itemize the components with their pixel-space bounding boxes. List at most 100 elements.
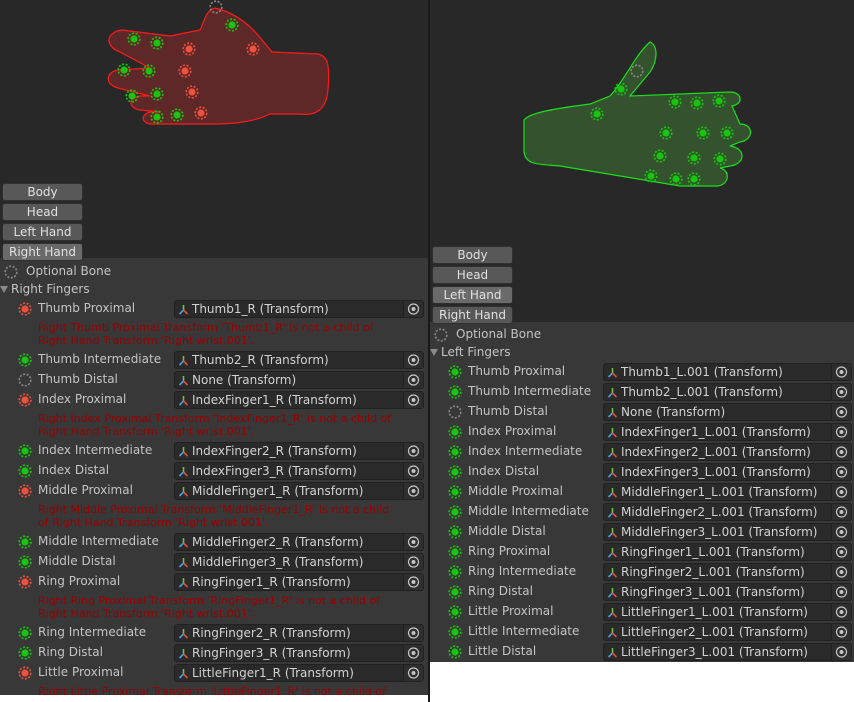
- object-picker-button[interactable]: [831, 484, 851, 500]
- object-picker-button[interactable]: [831, 624, 851, 640]
- bone-row-index-proximal: Index Proximal IndexFinger1_R (Transform…: [0, 390, 428, 410]
- bone-transform-field[interactable]: IndexFinger2_R (Transform): [174, 442, 424, 460]
- bone-transform-field[interactable]: MiddleFinger2_R (Transform): [174, 533, 424, 551]
- object-picker-button[interactable]: [831, 384, 851, 400]
- bone-transform-field[interactable]: RingFinger2_R (Transform): [174, 624, 424, 642]
- foldout-arrow-icon: [430, 349, 438, 356]
- bone-transform-field[interactable]: RingFinger2_L.001 (Transform): [603, 563, 852, 581]
- object-picker-button[interactable]: [831, 444, 851, 460]
- object-picker-button[interactable]: [831, 424, 851, 440]
- bone-transform-field[interactable]: IndexFinger1_L.001 (Transform): [603, 423, 852, 441]
- bone-transform-field[interactable]: Thumb1_R (Transform): [174, 300, 424, 318]
- bone-transform-field[interactable]: IndexFinger3_R (Transform): [174, 462, 424, 480]
- optional-bone-legend: Optional Bone: [430, 325, 854, 345]
- tab-body[interactable]: Body: [432, 246, 513, 264]
- object-picker-button[interactable]: [403, 625, 423, 641]
- bone-transform-field[interactable]: Thumb2_R (Transform): [174, 351, 424, 369]
- transform-icon: [178, 356, 189, 366]
- bone-transform-field[interactable]: LittleFinger1_L.001 (Transform): [603, 603, 852, 621]
- tab-head[interactable]: Head: [432, 266, 513, 284]
- bone-transform-field[interactable]: None (Transform): [174, 371, 424, 389]
- field-value: LittleFinger1_L.001 (Transform): [621, 605, 808, 619]
- bone-transform-field[interactable]: RingFinger3_R (Transform): [174, 644, 424, 662]
- field-value: RingFinger2_R (Transform): [192, 626, 351, 640]
- object-picker-button[interactable]: [831, 604, 851, 620]
- bone-transform-field[interactable]: RingFinger1_R (Transform): [174, 573, 424, 591]
- field-value: IndexFinger3_R (Transform): [192, 464, 357, 478]
- object-picker-button[interactable]: [403, 483, 423, 499]
- bone-transform-field[interactable]: MiddleFinger3_L.001 (Transform): [603, 523, 852, 541]
- tab-left-hand[interactable]: Left Hand: [2, 223, 83, 241]
- hand-silhouette: [107, 7, 330, 125]
- right-hand-inspector: Body Head Left Hand Right Hand Optional Bon…: [0, 0, 428, 695]
- bone-transform-field[interactable]: LittleFinger3_L.001 (Transform): [603, 643, 852, 661]
- transform-icon: [607, 368, 618, 378]
- bone-transform-field[interactable]: RingFinger1_L.001 (Transform): [603, 543, 852, 561]
- object-picker-button[interactable]: [403, 372, 423, 388]
- object-picker-button[interactable]: [831, 564, 851, 580]
- bone-label: Index Intermediate: [38, 443, 153, 457]
- bone-transform-field[interactable]: None (Transform): [603, 403, 852, 421]
- tab-right-hand[interactable]: Right Hand: [432, 306, 513, 324]
- bone-status-ok-icon: [448, 525, 462, 539]
- bone-label: Thumb Proximal: [468, 364, 566, 378]
- object-picker-button[interactable]: [831, 364, 851, 380]
- object-picker-button[interactable]: [403, 645, 423, 661]
- object-picker-button[interactable]: [403, 463, 423, 479]
- object-picker-button[interactable]: [831, 504, 851, 520]
- bone-row-middle-distal: Middle Distal MiddleFinger3_L.001 (Trans…: [430, 522, 854, 542]
- field-value: None (Transform): [192, 373, 297, 387]
- bone-transform-field[interactable]: Thumb1_L.001 (Transform): [603, 363, 852, 381]
- bone-label: Ring Distal: [468, 584, 533, 598]
- field-value: MiddleFinger3_L.001 (Transform): [621, 525, 818, 539]
- object-picker-button[interactable]: [403, 574, 423, 590]
- object-picker-icon: [407, 394, 420, 406]
- object-picker-icon: [835, 406, 848, 418]
- bone-status-ok-icon: [448, 605, 462, 619]
- object-picker-button[interactable]: [403, 665, 423, 681]
- section-title: Left Fingers: [441, 345, 511, 359]
- object-picker-button[interactable]: [831, 644, 851, 660]
- bone-transform-field[interactable]: IndexFinger1_R (Transform): [174, 391, 424, 409]
- bone-transform-field[interactable]: LittleFinger2_L.001 (Transform): [603, 623, 852, 641]
- object-picker-button[interactable]: [403, 534, 423, 550]
- bone-label: Ring Intermediate: [468, 564, 577, 578]
- object-picker-button[interactable]: [403, 443, 423, 459]
- tab-head[interactable]: Head: [2, 203, 83, 221]
- transform-icon: [607, 528, 618, 538]
- object-picker-button[interactable]: [831, 584, 851, 600]
- field-value: MiddleFinger1_R (Transform): [192, 484, 364, 498]
- tab-right-hand[interactable]: Right Hand: [2, 243, 83, 261]
- object-picker-button[interactable]: [831, 544, 851, 560]
- transform-icon: [607, 488, 618, 498]
- object-picker-icon: [835, 366, 848, 378]
- tab-body[interactable]: Body: [2, 183, 83, 201]
- bone-label: Index Intermediate: [468, 444, 583, 458]
- object-picker-button[interactable]: [831, 404, 851, 420]
- bone-row-index-intermediate: Index Intermediate IndexFinger2_R (Trans…: [0, 441, 428, 461]
- tab-left-hand[interactable]: Left Hand: [432, 286, 513, 304]
- section-foldout[interactable]: Right Fingers: [0, 282, 90, 296]
- object-picker-button[interactable]: [403, 301, 423, 317]
- bone-transform-field[interactable]: Thumb2_L.001 (Transform): [603, 383, 852, 401]
- bone-status-error-icon: [18, 484, 32, 498]
- object-picker-button[interactable]: [403, 352, 423, 368]
- object-picker-icon: [835, 426, 848, 438]
- bone-transform-field[interactable]: LittleFinger1_R (Transform): [174, 664, 424, 682]
- object-picker-button[interactable]: [403, 554, 423, 570]
- bone-transform-field[interactable]: MiddleFinger1_R (Transform): [174, 482, 424, 500]
- bone-label: Ring Proximal: [468, 544, 551, 558]
- bone-row-middle-proximal: Middle Proximal MiddleFinger1_L.001 (Tra…: [430, 482, 854, 502]
- bone-transform-field[interactable]: IndexFinger3_L.001 (Transform): [603, 463, 852, 481]
- field-value: IndexFinger2_R (Transform): [192, 444, 357, 458]
- bone-transform-field[interactable]: MiddleFinger3_R (Transform): [174, 553, 424, 571]
- object-picker-button[interactable]: [403, 392, 423, 408]
- bone-transform-field[interactable]: MiddleFinger1_L.001 (Transform): [603, 483, 852, 501]
- bone-transform-field[interactable]: MiddleFinger2_L.001 (Transform): [603, 503, 852, 521]
- section-foldout[interactable]: Left Fingers: [430, 345, 511, 359]
- object-picker-icon: [835, 646, 848, 658]
- bone-transform-field[interactable]: IndexFinger2_L.001 (Transform): [603, 443, 852, 461]
- bone-transform-field[interactable]: RingFinger3_L.001 (Transform): [603, 583, 852, 601]
- object-picker-button[interactable]: [831, 524, 851, 540]
- object-picker-button[interactable]: [831, 464, 851, 480]
